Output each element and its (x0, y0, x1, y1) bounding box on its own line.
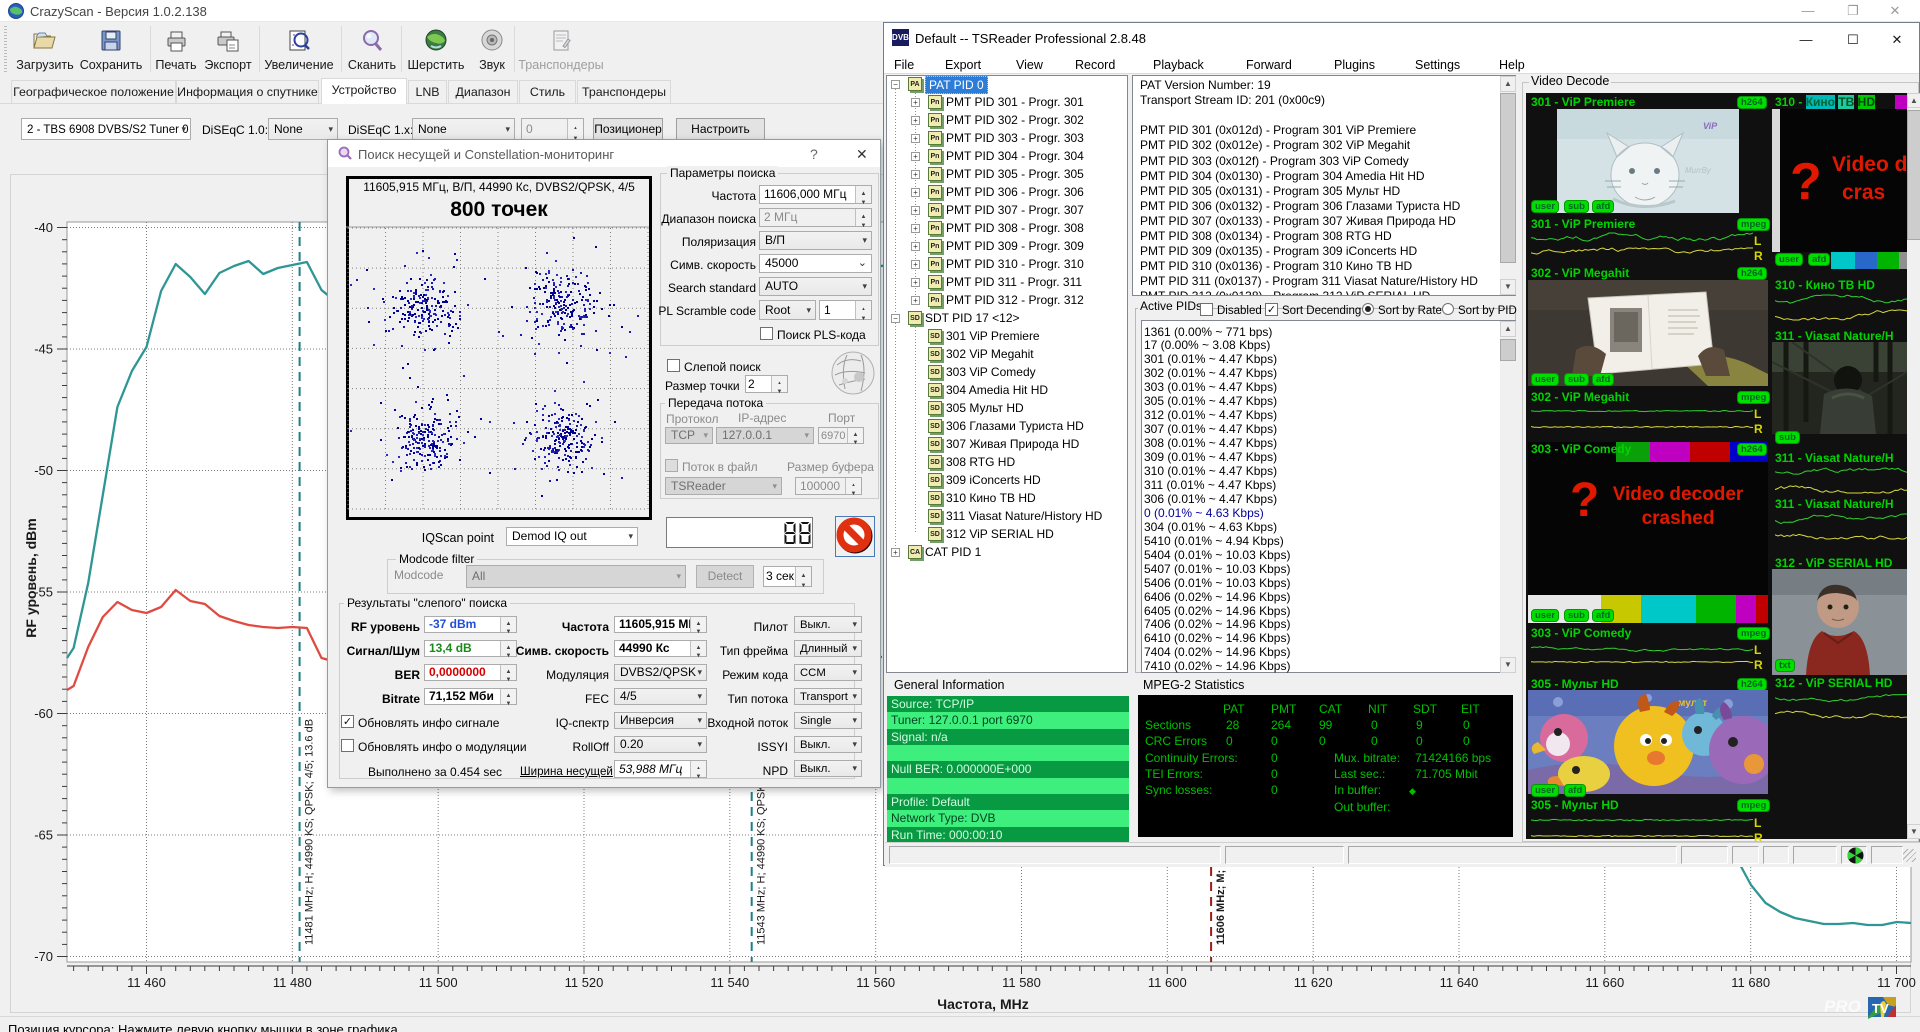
svg-text:11 600: 11 600 (1148, 975, 1187, 990)
svg-text:11 640: 11 640 (1440, 975, 1479, 990)
svg-text:-45: -45 (34, 342, 53, 357)
svg-text:?: ? (1570, 474, 1599, 527)
svg-text:Частота, MHz: Частота, MHz (937, 996, 1028, 1012)
svg-text:11 580: 11 580 (1002, 975, 1041, 990)
svg-text:TV: TV (1872, 1001, 1889, 1016)
svg-text:Video d: Video d (1832, 153, 1907, 176)
svg-text:-60: -60 (34, 706, 53, 721)
svg-text:Video decoder: Video decoder (1613, 484, 1744, 505)
svg-text:11 540: 11 540 (710, 975, 749, 990)
svg-text:11 680: 11 680 (1731, 975, 1770, 990)
svg-text:11 480: 11 480 (273, 975, 312, 990)
svg-text:11 560: 11 560 (856, 975, 895, 990)
svg-text:-50: -50 (34, 463, 53, 478)
svg-text:RF уровень, dBm: RF уровень, dBm (23, 518, 39, 637)
svg-text:11 520: 11 520 (565, 975, 604, 990)
svg-text:MurrBy: MurrBy (1685, 166, 1712, 175)
svg-text:-40: -40 (34, 220, 53, 235)
svg-text:?: ? (1790, 153, 1822, 211)
svg-text:cras: cras (1842, 181, 1885, 204)
svg-text:crashed: crashed (1642, 508, 1715, 529)
svg-text:11 460: 11 460 (127, 975, 166, 990)
svg-text:11 660: 11 660 (1585, 975, 1624, 990)
svg-text:-65: -65 (34, 828, 53, 843)
svg-text:11 500: 11 500 (419, 975, 458, 990)
svg-text:11 620: 11 620 (1294, 975, 1333, 990)
svg-text:11481 MHz; H; 44990 KS; QPSK;: 11481 MHz; H; 44990 KS; QPSK; 4/5; 13.6 … (304, 719, 316, 945)
svg-text:-70: -70 (34, 949, 53, 964)
svg-text:ViP: ViP (1703, 121, 1718, 131)
svg-text:11 700: 11 700 (1877, 975, 1916, 990)
